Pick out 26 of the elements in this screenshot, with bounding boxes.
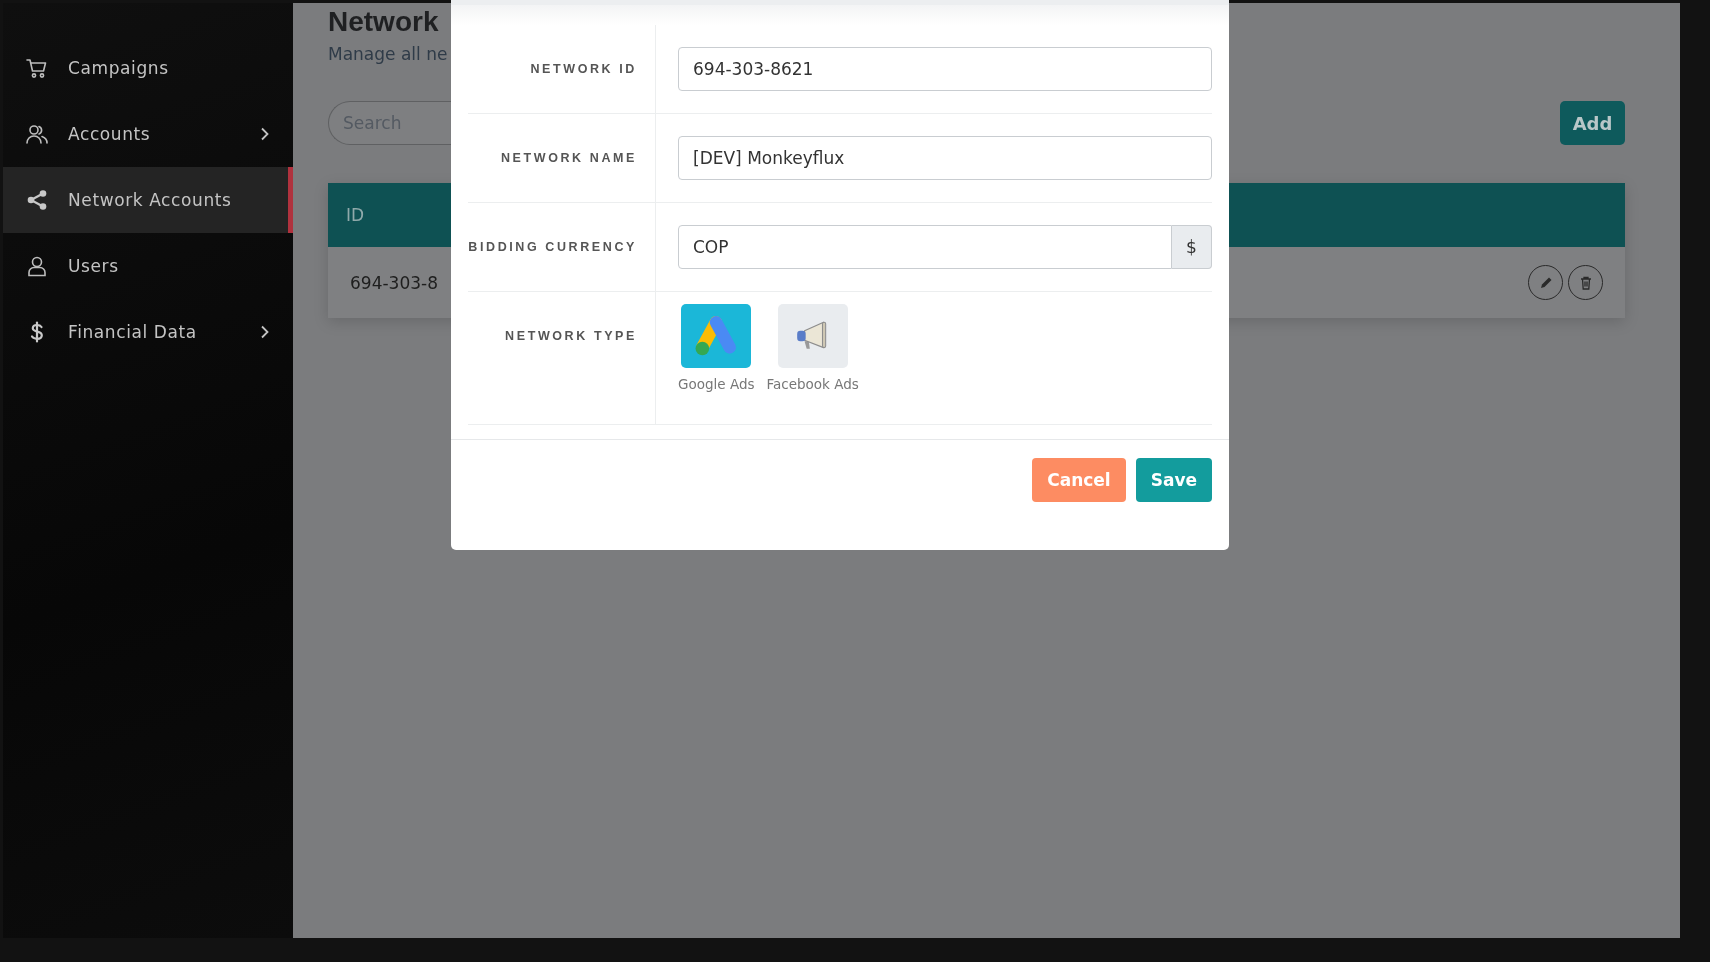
text-field[interactable]: 694-303-8621 bbox=[678, 47, 1212, 91]
sidebar-item[interactable]: Accounts bbox=[3, 101, 293, 167]
text-field[interactable]: [DEV] Monkeyflux bbox=[678, 136, 1212, 180]
sidebar-item[interactable]: Network Accounts bbox=[3, 167, 293, 233]
page-subtitle: Manage all ne bbox=[328, 43, 448, 65]
page-title: Network bbox=[328, 5, 439, 39]
currency-field[interactable]: COP bbox=[678, 225, 1172, 269]
users-icon bbox=[26, 123, 48, 145]
sidebar-item[interactable]: Campaigns bbox=[3, 35, 293, 101]
table-cell: 694-303-8 bbox=[350, 272, 438, 293]
network-type-label: Facebook Ads bbox=[766, 376, 859, 392]
sidebar-item[interactable]: Users bbox=[3, 233, 293, 299]
share-icon bbox=[26, 189, 48, 211]
column-header: ID bbox=[346, 205, 365, 225]
field-label: NETWORK ID bbox=[530, 61, 637, 78]
network-type-label: Google Ads bbox=[678, 376, 755, 392]
user-icon bbox=[26, 255, 48, 277]
add-button[interactable]: Add bbox=[1560, 101, 1625, 145]
network-type-tile[interactable] bbox=[777, 304, 848, 368]
field-label: BIDDING CURRENCY bbox=[468, 239, 637, 256]
sidebar-item[interactable]: Financial Data bbox=[3, 299, 293, 365]
field-label: NETWORK NAME bbox=[500, 150, 637, 167]
field-label: NETWORK TYPE bbox=[505, 328, 637, 345]
cart-icon bbox=[26, 57, 48, 79]
network-type-tile[interactable] bbox=[681, 304, 752, 368]
currency-addon: $ bbox=[1172, 225, 1212, 269]
